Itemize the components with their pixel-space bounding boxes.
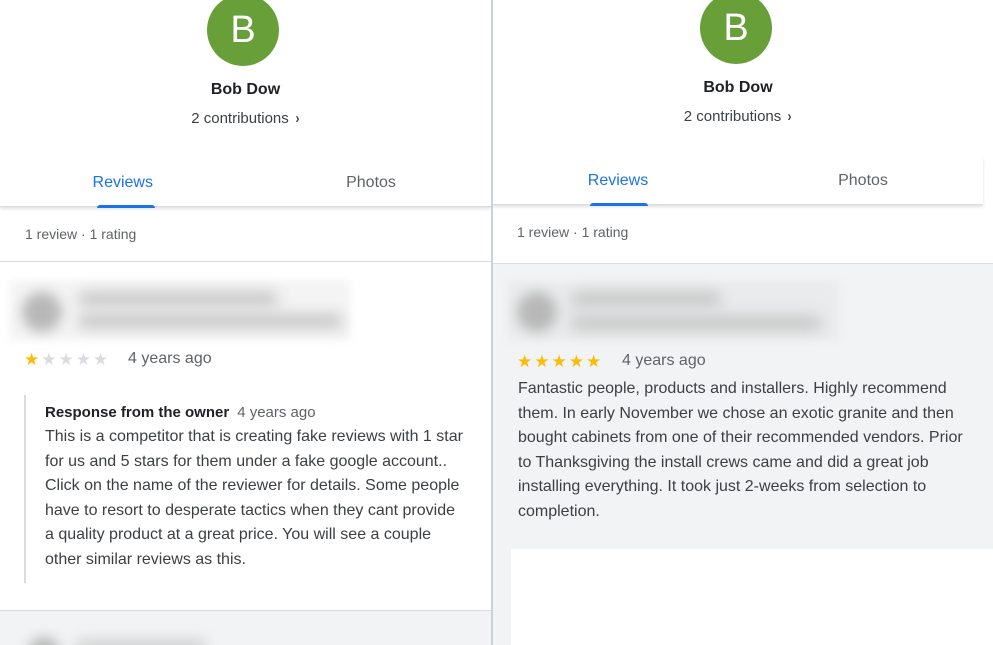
right-panel: B Bob Dow 2 contributions › Reviews Photo… (493, 0, 993, 645)
blank-area (511, 549, 993, 645)
star-filled-icon: ★ (534, 352, 550, 371)
reviewer-avatar[interactable] (22, 292, 62, 332)
contributions-link[interactable]: 2 contributions › (0, 110, 491, 127)
reviewer-meta-redacted (78, 314, 343, 328)
tab-reviews[interactable]: Reviews (0, 159, 246, 208)
profile-name[interactable]: Bob Dow (493, 79, 983, 97)
tab-reviews[interactable]: Reviews (493, 157, 743, 206)
star-filled-icon: ★ (568, 352, 584, 371)
review-time: 4 years ago (622, 352, 706, 369)
star-empty-icon: ★ (93, 350, 109, 369)
contributions-link[interactable]: 2 contributions › (493, 108, 983, 125)
star-filled-icon: ★ (24, 350, 40, 369)
review-text: Fantastic people, products and installer… (518, 380, 963, 520)
star-filled-icon: ★ (517, 352, 533, 371)
tab-active-indicator (590, 203, 648, 206)
star-empty-icon: ★ (75, 350, 91, 369)
profile-tabs: Reviews Photos (493, 157, 983, 206)
profile-tabs: Reviews Photos (0, 159, 491, 208)
reviewer-name-redacted[interactable] (78, 292, 278, 306)
profile-avatar[interactable]: B (207, 0, 279, 66)
chevron-right-icon: › (787, 108, 792, 125)
panel-edge (493, 549, 511, 645)
left-panel: B Bob Dow 2 contributions › Reviews Photo… (0, 0, 491, 645)
review-rating: ★ ★ ★ ★ ★ (24, 351, 110, 368)
tab-active-indicator (97, 205, 155, 208)
tab-photos[interactable]: Photos (743, 157, 983, 205)
contributions-label: 2 contributions (191, 110, 289, 127)
star-filled-icon: ★ (551, 352, 567, 371)
tab-reviews-label: Reviews (587, 172, 649, 189)
reviewer-name-redacted[interactable] (571, 292, 721, 306)
owner-response: Response from the owner 4 years ago This … (24, 395, 464, 583)
profile-avatar[interactable]: B (700, 0, 772, 64)
owner-response-text: This is a competitor that is creating fa… (45, 428, 463, 568)
review-summary: 1 review · 1 rating (25, 226, 137, 242)
next-reviewer-avatar[interactable] (28, 637, 60, 645)
reviewer-info-redacted (509, 282, 839, 340)
profile-name[interactable]: Bob Dow (0, 81, 491, 99)
review-card: ★ ★ ★ ★ ★ 4 years ago Fantastic people, prod… (493, 264, 993, 549)
chevron-right-icon: › (295, 110, 300, 127)
divider (0, 261, 491, 262)
owner-response-time: 4 years ago (237, 404, 316, 421)
star-empty-icon: ★ (58, 350, 74, 369)
owner-response-title: Response from the owner (45, 404, 230, 421)
next-review-area (0, 611, 491, 645)
reviewer-avatar[interactable] (517, 292, 557, 332)
tab-photos-label: Photos (346, 174, 396, 191)
tab-photos-label: Photos (838, 172, 888, 189)
review-time: 4 years ago (128, 350, 212, 367)
star-empty-icon: ★ (41, 350, 57, 369)
next-reviewer-name-redacted[interactable] (76, 641, 206, 645)
reviewer-meta-redacted (571, 316, 821, 330)
contributions-label: 2 contributions (683, 108, 782, 125)
tab-reviews-label: Reviews (92, 174, 153, 191)
owner-response-header: Response from the owner 4 years ago (45, 404, 316, 421)
review-rating: ★ ★ ★ ★ ★ (517, 353, 603, 370)
star-filled-icon: ★ (586, 352, 602, 371)
tab-photos[interactable]: Photos (250, 159, 491, 207)
review-summary: 1 review · 1 rating (517, 224, 629, 240)
